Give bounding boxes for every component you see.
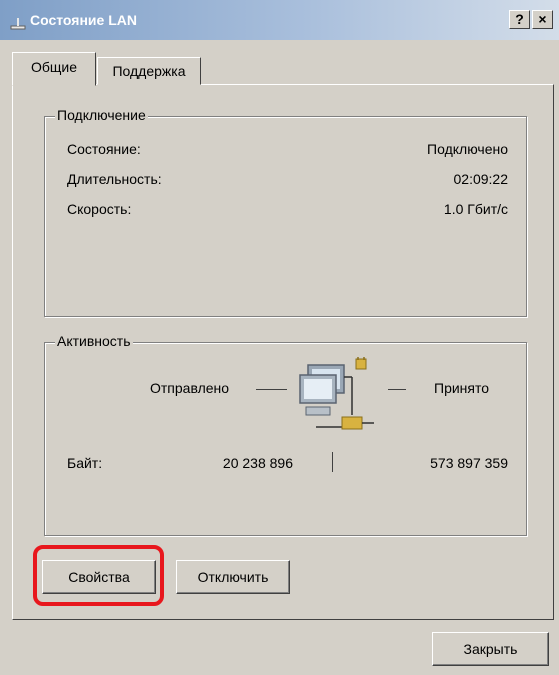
lan-status-dialog: Состояние LAN ? × Общие Поддержка Подклю… — [0, 0, 559, 675]
duration-label: Длительность: — [67, 171, 162, 187]
activity-group-title: Активность — [55, 333, 133, 349]
status-label: Состояние: — [67, 141, 141, 157]
network-computers-icon — [299, 357, 374, 430]
properties-highlight-frame — [33, 545, 164, 606]
tab-support[interactable]: Поддержка — [97, 57, 201, 85]
close-window-button[interactable]: × — [532, 10, 553, 29]
bytes-sent-value: 20 238 896 — [222, 455, 293, 471]
bytes-separator — [332, 452, 333, 472]
bytes-label: Байт: — [67, 455, 103, 471]
help-button[interactable]: ? — [509, 10, 530, 29]
speed-label: Скорость: — [67, 201, 132, 217]
network-connection-icon — [10, 18, 26, 30]
close-button[interactable]: Закрыть — [432, 632, 549, 666]
tab-general[interactable]: Общие — [12, 52, 96, 86]
status-value: Подключено — [427, 141, 508, 157]
sent-divider-line — [256, 389, 287, 390]
received-label: Принято — [434, 380, 490, 396]
duration-value: 02:09:22 — [453, 171, 509, 187]
activity-group: Активность — [44, 333, 527, 536]
speed-value: 1.0 Гбит/с — [443, 201, 508, 217]
window-title: Состояние LAN — [30, 12, 137, 28]
connection-group-title: Подключение — [55, 107, 148, 123]
sent-label: Отправлено — [150, 380, 230, 396]
received-divider-line — [388, 389, 406, 390]
title-bar[interactable]: Состояние LAN ? × — [0, 0, 559, 40]
bytes-received-value: 573 897 359 — [430, 455, 508, 471]
disable-button[interactable]: Отключить — [176, 560, 290, 594]
